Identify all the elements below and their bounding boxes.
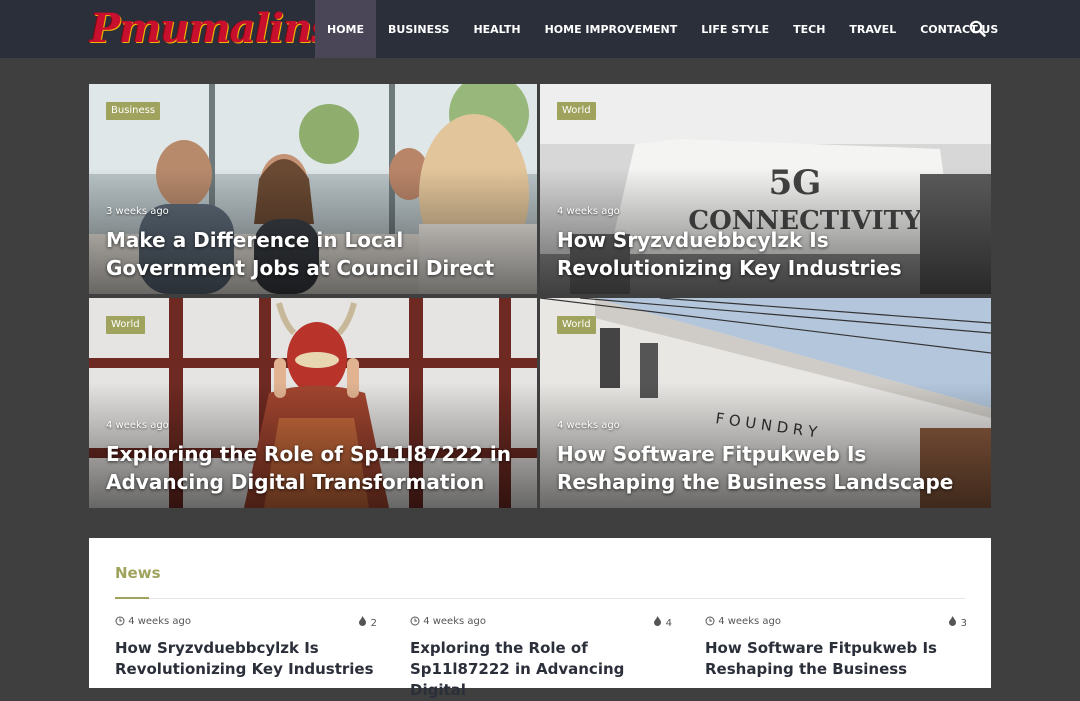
post-title[interactable]: How Software Fitpukweb Is Reshaping the … xyxy=(705,638,967,680)
post-meta: 4 weeks ago 3 xyxy=(705,616,967,632)
nav-item-contact-us[interactable]: CONTACT US xyxy=(908,0,1010,58)
news-card[interactable]: 4 weeks ago 3 How Software Fitpukweb Is … xyxy=(705,616,967,680)
category-badge[interactable]: World xyxy=(106,316,145,334)
featured-post[interactable]: World 4 weeks ago Exploring the Role of … xyxy=(89,298,537,508)
post-meta: 4 weeks ago 4 xyxy=(410,616,672,632)
clock-icon xyxy=(115,616,125,626)
news-card[interactable]: 4 weeks ago 2 How Sryzvduebbcylzk Is Rev… xyxy=(115,616,377,680)
nav-item-tech[interactable]: TECH xyxy=(781,0,837,58)
nav-item-life-style[interactable]: LIFE STYLE xyxy=(689,0,781,58)
post-meta: 4 weeks ago 2 xyxy=(115,616,377,632)
nav-item-health[interactable]: HEALTH xyxy=(461,0,532,58)
section-divider xyxy=(115,598,965,599)
section-divider-accent xyxy=(115,597,149,599)
post-time: 4 weeks ago xyxy=(106,420,169,431)
nav-item-home[interactable]: HOME xyxy=(315,0,377,58)
post-time: 4 weeks ago xyxy=(557,420,620,431)
post-title[interactable]: Exploring the Role of Sp11l87222 in Adva… xyxy=(410,638,672,701)
flame-icon xyxy=(949,616,957,626)
site-logo[interactable]: Pmumalins xyxy=(90,6,334,52)
post-title[interactable]: Make a Difference in Local Government Jo… xyxy=(106,226,526,282)
category-badge[interactable]: World xyxy=(557,102,596,120)
post-time: 4 weeks ago xyxy=(128,616,191,627)
post-time: 3 weeks ago xyxy=(106,206,169,217)
post-time: 4 weeks ago xyxy=(423,616,486,627)
view-count: 2 xyxy=(358,616,377,629)
clock-icon xyxy=(410,616,420,626)
category-badge[interactable]: Business xyxy=(106,102,161,120)
news-card[interactable]: 4 weeks ago 4 Exploring the Role of Sp11… xyxy=(410,616,672,701)
featured-post[interactable]: 5G CONNECTIVITY World 4 weeks ago How Sr… xyxy=(540,84,991,294)
post-title[interactable]: How Software Fitpukweb Is Reshaping the … xyxy=(557,440,977,496)
view-count: 3 xyxy=(948,616,967,629)
view-count: 4 xyxy=(653,616,672,629)
post-title[interactable]: How Sryzvduebbcylzk Is Revolutionizing K… xyxy=(557,226,977,282)
flame-icon xyxy=(359,616,367,626)
news-section: News 4 weeks ago 2 How Sryzvduebbcylzk I… xyxy=(89,538,991,699)
search-icon[interactable] xyxy=(968,19,988,39)
post-time: 4 weeks ago xyxy=(557,206,620,217)
clock-icon xyxy=(705,616,715,626)
post-time: 4 weeks ago xyxy=(718,616,781,627)
nav-item-travel[interactable]: TRAVEL xyxy=(837,0,908,58)
category-badge[interactable]: World xyxy=(557,316,596,334)
nav-item-home-improvement[interactable]: HOME IMPROVEMENT xyxy=(533,0,690,58)
site-header: Pmumalins HOME BUSINESS HEALTH HOME IMPR… xyxy=(0,0,1080,58)
featured-post[interactable]: F O U N D R Y World 4 weeks ago How Soft… xyxy=(540,298,991,508)
main-nav: HOME BUSINESS HEALTH HOME IMPROVEMENT LI… xyxy=(315,0,1010,58)
featured-post[interactable]: Business 3 weeks ago Make a Difference i… xyxy=(89,84,537,294)
section-heading: News xyxy=(115,564,161,582)
post-title[interactable]: How Sryzvduebbcylzk Is Revolutionizing K… xyxy=(115,638,377,680)
flame-icon xyxy=(654,616,662,626)
post-title[interactable]: Exploring the Role of Sp11l87222 in Adva… xyxy=(106,440,526,496)
nav-item-business[interactable]: BUSINESS xyxy=(376,0,461,58)
